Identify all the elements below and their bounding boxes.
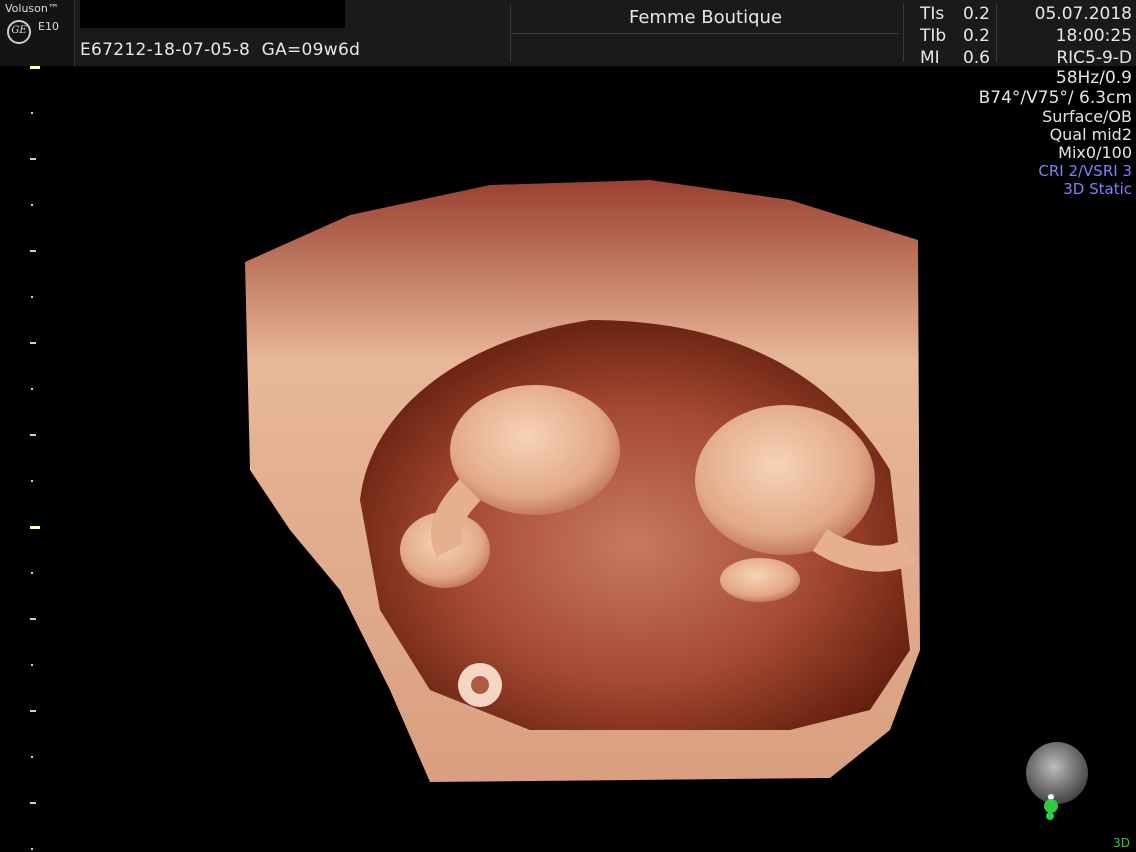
model-label: E10 [38, 20, 59, 33]
brand-label: Voluson™ [5, 2, 59, 15]
mode-3d-badge: 3D [1113, 836, 1130, 850]
depth-tick [30, 802, 36, 804]
index-row-tis: TIs 0.2 [920, 3, 990, 25]
divider [903, 4, 904, 62]
3d-render-view[interactable] [230, 170, 930, 790]
exam-time: 18:00:25 [1055, 26, 1132, 46]
index-label: TIb [920, 26, 947, 46]
index-value: 0.6 [962, 48, 990, 68]
index-row-mi: MI 0.6 [920, 47, 990, 69]
ge-logo-icon: GE [7, 20, 31, 44]
yolk-sac [458, 663, 502, 707]
patient-id: E67212-18-07-05-8 [80, 40, 251, 60]
depth-tick [31, 572, 33, 574]
depth-tick [31, 388, 33, 390]
datetime-probe: 05.07.2018 18:00:25 RIC5-9-D [1000, 3, 1132, 69]
depth-tick [31, 296, 33, 298]
depth-tick [30, 710, 36, 712]
index-label: TIs [920, 4, 945, 24]
cri-setting: CRI 2/VSRI 3 [1038, 162, 1132, 180]
depth-tick [31, 756, 33, 758]
depth-tick [30, 434, 36, 436]
safety-indices: TIs 0.2 TIb 0.2 MI 0.6 [920, 3, 990, 69]
render-mode: 3D Static [1063, 180, 1132, 198]
gestational-age: GA=09w6d [261, 40, 361, 60]
depth-tick [31, 204, 33, 206]
quality: Qual mid2 [1049, 125, 1132, 144]
depth-tick [31, 480, 33, 482]
depth-scale [0, 62, 60, 852]
imaging-parameters: 58Hz/0.9 B74°/V75°/ 6.3cm Surface/OB Qua… [979, 68, 1132, 198]
depth-tick [30, 250, 36, 252]
top-info-bar: Voluson™ GE E10 E67212-18-07-05-8 GA=09w… [0, 0, 1136, 69]
index-value: 0.2 [962, 26, 990, 46]
divider [510, 4, 511, 62]
brand-cell: Voluson™ GE E10 [0, 0, 75, 66]
clinic-name: Femme Boutique [628, 7, 783, 28]
patient-info: E67212-18-07-05-8 GA=09w6d [80, 40, 360, 60]
orientation-marker-icon [1044, 794, 1058, 820]
index-row-tib: TIb 0.2 [920, 25, 990, 47]
patient-name-redacted [80, 0, 345, 28]
probe-name: RIC5-9-D [1056, 48, 1132, 68]
depth-tick [31, 112, 33, 114]
depth-tick [30, 618, 36, 620]
divider [996, 4, 997, 62]
depth-tick [30, 66, 40, 69]
depth-tick [31, 664, 33, 666]
index-value: 0.2 [962, 4, 990, 24]
frame-rate: 58Hz/0.9 [1055, 68, 1132, 88]
depth-tick [30, 158, 36, 160]
exam-date: 05.07.2018 [1034, 4, 1132, 24]
depth-tick [31, 848, 33, 850]
depth-tick [30, 526, 40, 529]
depth-tick [30, 342, 36, 344]
index-label: MI [920, 48, 940, 68]
ge-logo-text: GE [11, 25, 27, 36]
angles-depth: B74°/V75°/ 6.3cm [978, 88, 1132, 108]
preset: Surface/OB [1042, 107, 1132, 126]
divider [512, 33, 899, 34]
mix: Mix0/100 [1058, 143, 1132, 162]
